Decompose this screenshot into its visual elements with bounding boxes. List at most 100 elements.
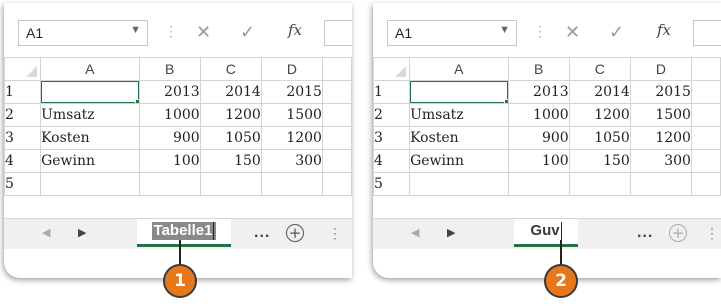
scroll-right-icon[interactable]: ▶: [78, 226, 86, 239]
cell[interactable]: 1200: [568, 103, 631, 127]
column-header-a[interactable]: A: [40, 57, 140, 81]
cell[interactable]: 1050: [199, 126, 262, 150]
add-sheet-icon[interactable]: +: [286, 224, 304, 242]
cell[interactable]: [690, 103, 721, 127]
cell[interactable]: 1500: [629, 103, 692, 127]
scroll-left-icon[interactable]: ◀: [42, 226, 50, 239]
cell[interactable]: [568, 172, 631, 196]
sheet-tab-active[interactable]: Guv: [514, 219, 578, 247]
cell[interactable]: 2013: [507, 80, 570, 104]
fill-handle[interactable]: [134, 99, 139, 103]
cell[interactable]: 2015: [629, 80, 692, 104]
select-all-corner[interactable]: [373, 57, 411, 81]
insert-function-icon[interactable]: fx: [657, 21, 671, 39]
cell[interactable]: 300: [260, 149, 323, 173]
cell[interactable]: 1200: [629, 126, 692, 150]
row-header[interactable]: 5: [373, 172, 411, 196]
row-header[interactable]: 4: [4, 149, 42, 173]
vertical-ellipsis-icon[interactable]: ⋮: [705, 225, 719, 242]
fill-handle[interactable]: [503, 99, 508, 103]
column-header-d[interactable]: D: [260, 57, 323, 81]
cell[interactable]: [321, 103, 352, 127]
row-header[interactable]: 4: [373, 149, 411, 173]
cell[interactable]: Umsatz: [40, 103, 140, 127]
formula-input[interactable]: [693, 20, 721, 46]
cell[interactable]: Gewinn: [409, 149, 509, 173]
cell[interactable]: 1000: [507, 103, 570, 127]
select-all-corner[interactable]: [4, 57, 42, 81]
cell[interactable]: 150: [199, 149, 262, 173]
formula-input[interactable]: [324, 20, 352, 46]
vertical-ellipsis-icon[interactable]: ⋮: [328, 225, 342, 242]
name-box[interactable]: A1 ▼: [18, 20, 148, 46]
cell[interactable]: Kosten: [40, 126, 140, 150]
column-header-b[interactable]: B: [138, 57, 201, 81]
check-icon[interactable]: ✓: [240, 22, 255, 43]
chevron-down-icon[interactable]: ▼: [499, 24, 510, 36]
sheet-tab-label[interactable]: Guv: [530, 222, 562, 241]
cell[interactable]: Kosten: [409, 126, 509, 150]
check-icon[interactable]: ✓: [609, 22, 624, 43]
cell[interactable]: 1200: [260, 126, 323, 150]
cell[interactable]: Gewinn: [40, 149, 140, 173]
insert-function-icon[interactable]: fx: [288, 21, 302, 39]
column-header-e[interactable]: [321, 57, 352, 81]
cell[interactable]: [40, 172, 140, 196]
cell[interactable]: [409, 172, 509, 196]
column-header-e[interactable]: [690, 57, 721, 81]
cell-a1[interactable]: [40, 80, 140, 104]
cell[interactable]: [321, 80, 352, 104]
add-sheet-icon[interactable]: +: [669, 224, 687, 242]
scroll-left-icon[interactable]: ◀: [411, 226, 419, 239]
cancel-icon[interactable]: ✕: [565, 22, 580, 43]
cell[interactable]: [138, 172, 201, 196]
cancel-icon[interactable]: ✕: [196, 22, 211, 43]
cell[interactable]: 1000: [138, 103, 201, 127]
row-header[interactable]: 2: [4, 103, 42, 127]
cell[interactable]: [321, 149, 352, 173]
cell[interactable]: 900: [507, 126, 570, 150]
cell[interactable]: 1200: [199, 103, 262, 127]
cell[interactable]: 100: [138, 149, 201, 173]
sheet-tab-label[interactable]: Tabelle1: [151, 222, 217, 241]
chevron-down-icon[interactable]: ▼: [130, 24, 141, 36]
row-header[interactable]: 1: [4, 80, 42, 104]
cell[interactable]: [199, 172, 262, 196]
cell[interactable]: Umsatz: [409, 103, 509, 127]
cell-a1[interactable]: [409, 80, 509, 104]
row-header[interactable]: 3: [373, 126, 411, 150]
cell[interactable]: 2013: [138, 80, 201, 104]
cell[interactable]: [507, 172, 570, 196]
cell[interactable]: 1050: [568, 126, 631, 150]
column-header-a[interactable]: A: [409, 57, 509, 81]
column-header-d[interactable]: D: [629, 57, 692, 81]
cell[interactable]: 1500: [260, 103, 323, 127]
more-sheets-button[interactable]: ...: [254, 224, 270, 242]
cell[interactable]: [690, 172, 721, 196]
row-header[interactable]: 1: [373, 80, 411, 104]
cell[interactable]: [690, 149, 721, 173]
cell[interactable]: 900: [138, 126, 201, 150]
cell[interactable]: [321, 172, 352, 196]
row-header[interactable]: 3: [4, 126, 42, 150]
row-header[interactable]: 2: [373, 103, 411, 127]
more-sheets-button[interactable]: ...: [637, 224, 653, 242]
cell[interactable]: [629, 172, 692, 196]
sheet-tab-active[interactable]: Tabelle1: [137, 219, 231, 247]
cell[interactable]: 150: [568, 149, 631, 173]
column-header-c[interactable]: C: [199, 57, 262, 81]
cell[interactable]: 100: [507, 149, 570, 173]
cell[interactable]: [321, 126, 352, 150]
column-header-b[interactable]: B: [507, 57, 570, 81]
scroll-right-icon[interactable]: ▶: [447, 226, 455, 239]
name-box[interactable]: A1 ▼: [387, 20, 517, 46]
cell[interactable]: [690, 80, 721, 104]
cell[interactable]: [690, 126, 721, 150]
cell[interactable]: 2014: [199, 80, 262, 104]
row-header[interactable]: 5: [4, 172, 42, 196]
column-header-c[interactable]: C: [568, 57, 631, 81]
cell[interactable]: 2015: [260, 80, 323, 104]
cell[interactable]: 300: [629, 149, 692, 173]
cell[interactable]: [260, 172, 323, 196]
cell[interactable]: 2014: [568, 80, 631, 104]
